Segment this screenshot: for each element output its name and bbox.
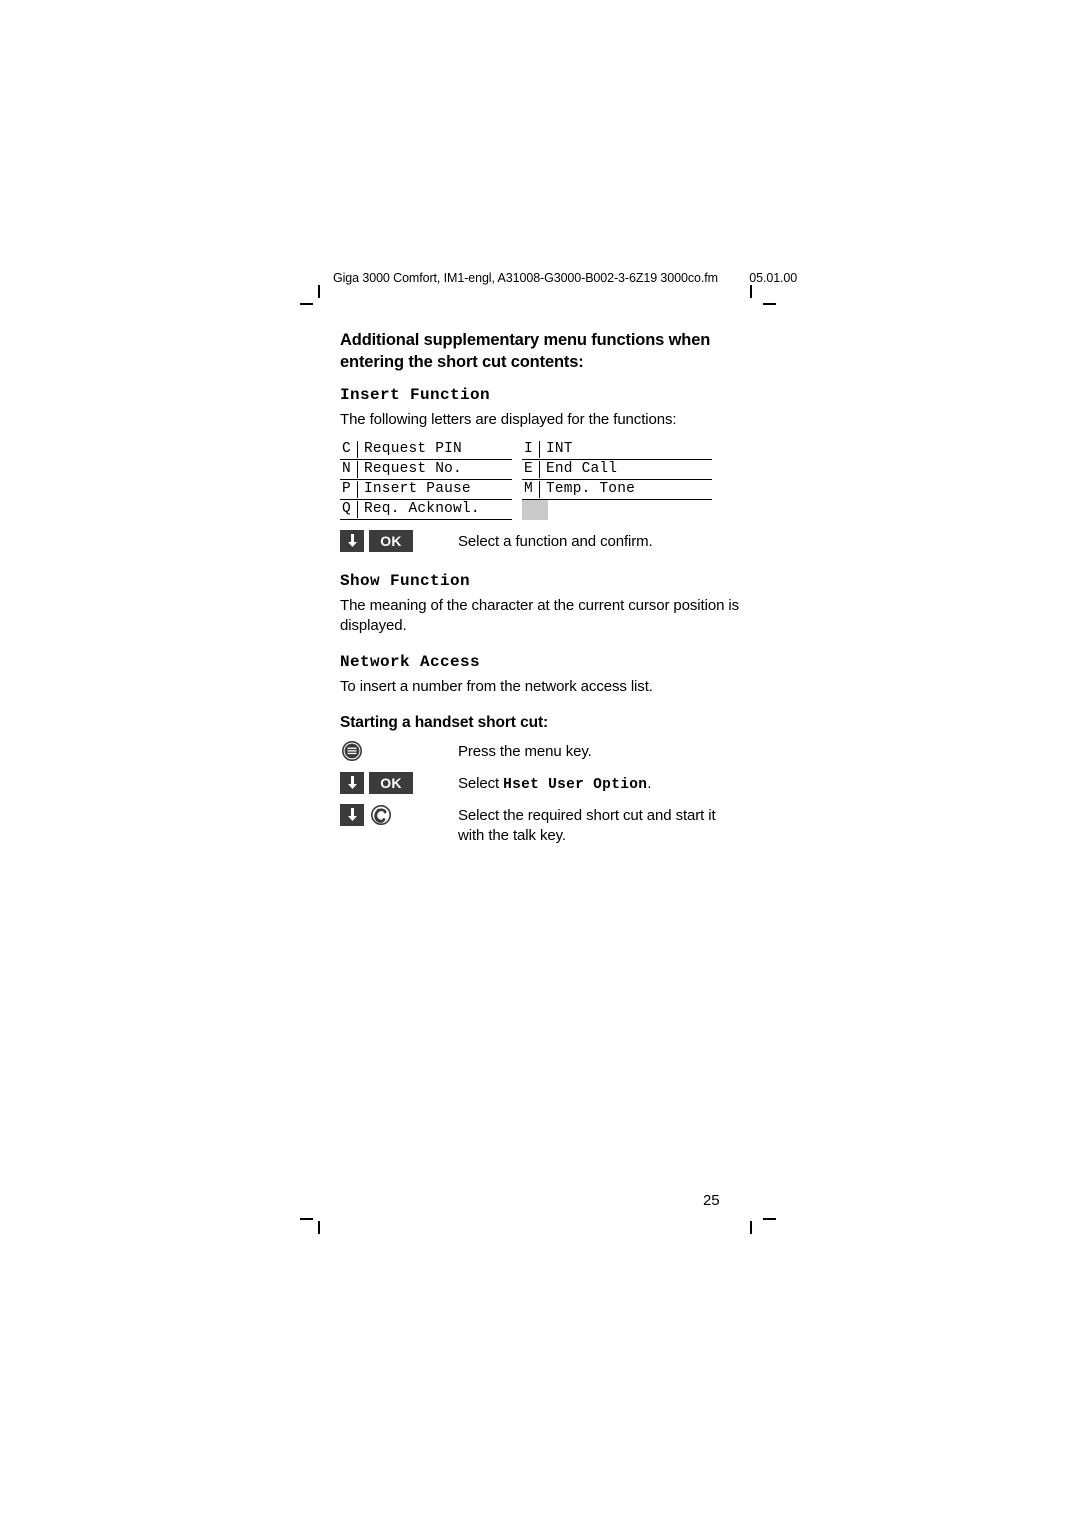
- heading-insert-function: Insert Function: [340, 385, 491, 404]
- page-title: Additional supplementary menu functions …: [340, 331, 711, 371]
- letter-key: E: [524, 461, 533, 478]
- table-row: P Insert Pause M Temp. Tone: [340, 480, 712, 500]
- key-icons-group: OK: [340, 529, 458, 552]
- page-number: 25: [703, 1192, 720, 1209]
- letter-label: Insert Pause: [364, 481, 471, 498]
- letter-label: INT: [546, 441, 573, 458]
- page-body: Additional supplementary menu functions …: [340, 330, 740, 847]
- crop-mark-bottom-right-v: [750, 1221, 752, 1234]
- heading-show-function: Show Function: [340, 571, 471, 590]
- crop-mark-bottom-right-h: [763, 1218, 776, 1220]
- talk-key-icon[interactable]: [369, 804, 393, 826]
- letter-label: Temp. Tone: [546, 481, 636, 498]
- step-description: Select the required short cut and start …: [458, 806, 716, 845]
- down-arrow-key-icon[interactable]: [340, 529, 364, 552]
- heading-starting-short-cut: Starting a handset short cut:: [340, 713, 549, 731]
- letter-key: Q: [342, 501, 351, 518]
- crop-mark-top-left-v: [318, 285, 320, 298]
- step-description: Select a function and confirm.: [458, 532, 653, 550]
- table-cell-right: M Temp. Tone: [522, 480, 712, 500]
- step-text-prefix: Select: [458, 774, 504, 792]
- crop-mark-top-left-h: [300, 303, 313, 305]
- insert-function-intro: The following letters are displayed for …: [340, 410, 677, 428]
- step-select-short-cut-and-talk: Select the required short cut and start …: [340, 803, 740, 847]
- key-icons-group: [340, 740, 458, 762]
- ok-key-button[interactable]: OK: [369, 529, 413, 552]
- show-function-text: The meaning of the character at the curr…: [340, 596, 740, 635]
- table-row: Q Req. Acknowl.: [340, 499, 712, 520]
- letter-label: Request PIN: [364, 441, 462, 458]
- step-press-menu-key: Press the menu key.: [340, 740, 740, 766]
- crop-mark-bottom-left-h: [300, 1218, 313, 1220]
- heading-network-access: Network Access: [340, 652, 481, 671]
- function-letters-table: C Request PIN I INT N Request No. E End …: [340, 440, 712, 520]
- letter-label: End Call: [546, 461, 618, 478]
- table-cell-filler: [522, 499, 548, 520]
- document-page: Giga 3000 Comfort, IM1-engl, A31008-G300…: [0, 0, 1080, 1528]
- header-date: 05.01.00: [749, 271, 798, 285]
- step-text-suffix: .: [647, 774, 652, 792]
- crop-mark-bottom-left-v: [318, 1221, 320, 1234]
- network-access-text: To insert a number from the network acce…: [340, 677, 653, 695]
- table-cell-left: N Request No.: [340, 460, 512, 480]
- down-arrow-key-icon[interactable]: [340, 771, 364, 794]
- letter-key: N: [342, 461, 351, 478]
- letter-label: Request No.: [364, 461, 462, 478]
- table-row: C Request PIN I INT: [340, 440, 712, 460]
- letter-key: C: [342, 441, 351, 458]
- menu-key-icon[interactable]: [340, 740, 364, 762]
- table-cell-left: Q Req. Acknowl.: [340, 500, 512, 520]
- key-icons-group: [340, 803, 458, 826]
- key-icons-group: OK: [340, 771, 458, 794]
- table-row: N Request No. E End Call: [340, 460, 712, 480]
- crop-mark-top-right-h: [763, 303, 776, 305]
- crop-mark-top-right-v: [750, 285, 752, 298]
- letter-key: I: [524, 441, 533, 458]
- table-cell-right: I INT: [522, 440, 712, 460]
- step-description: Press the menu key.: [458, 742, 592, 760]
- letter-key: P: [342, 481, 351, 498]
- step-select-function: OK Select a function and confirm.: [340, 529, 740, 556]
- step-select-hset-user-option: OK Select Hset User Option.: [340, 771, 740, 798]
- table-cell-left: P Insert Pause: [340, 480, 512, 500]
- running-title-text: Giga 3000 Comfort, IM1-engl, A31008-G300…: [333, 271, 718, 285]
- step-description: Select Hset User Option.: [458, 772, 651, 795]
- down-arrow-key-icon[interactable]: [340, 803, 364, 826]
- letter-label: Req. Acknowl.: [364, 501, 480, 518]
- ok-key-button[interactable]: OK: [369, 771, 413, 794]
- menu-option-name: Hset User Option: [503, 776, 648, 793]
- table-cell-right: E End Call: [522, 460, 712, 480]
- letter-key: M: [524, 481, 533, 498]
- running-header: Giga 3000 Comfort, IM1-engl, A31008-G300…: [333, 271, 797, 285]
- table-cell-left: C Request PIN: [340, 440, 512, 460]
